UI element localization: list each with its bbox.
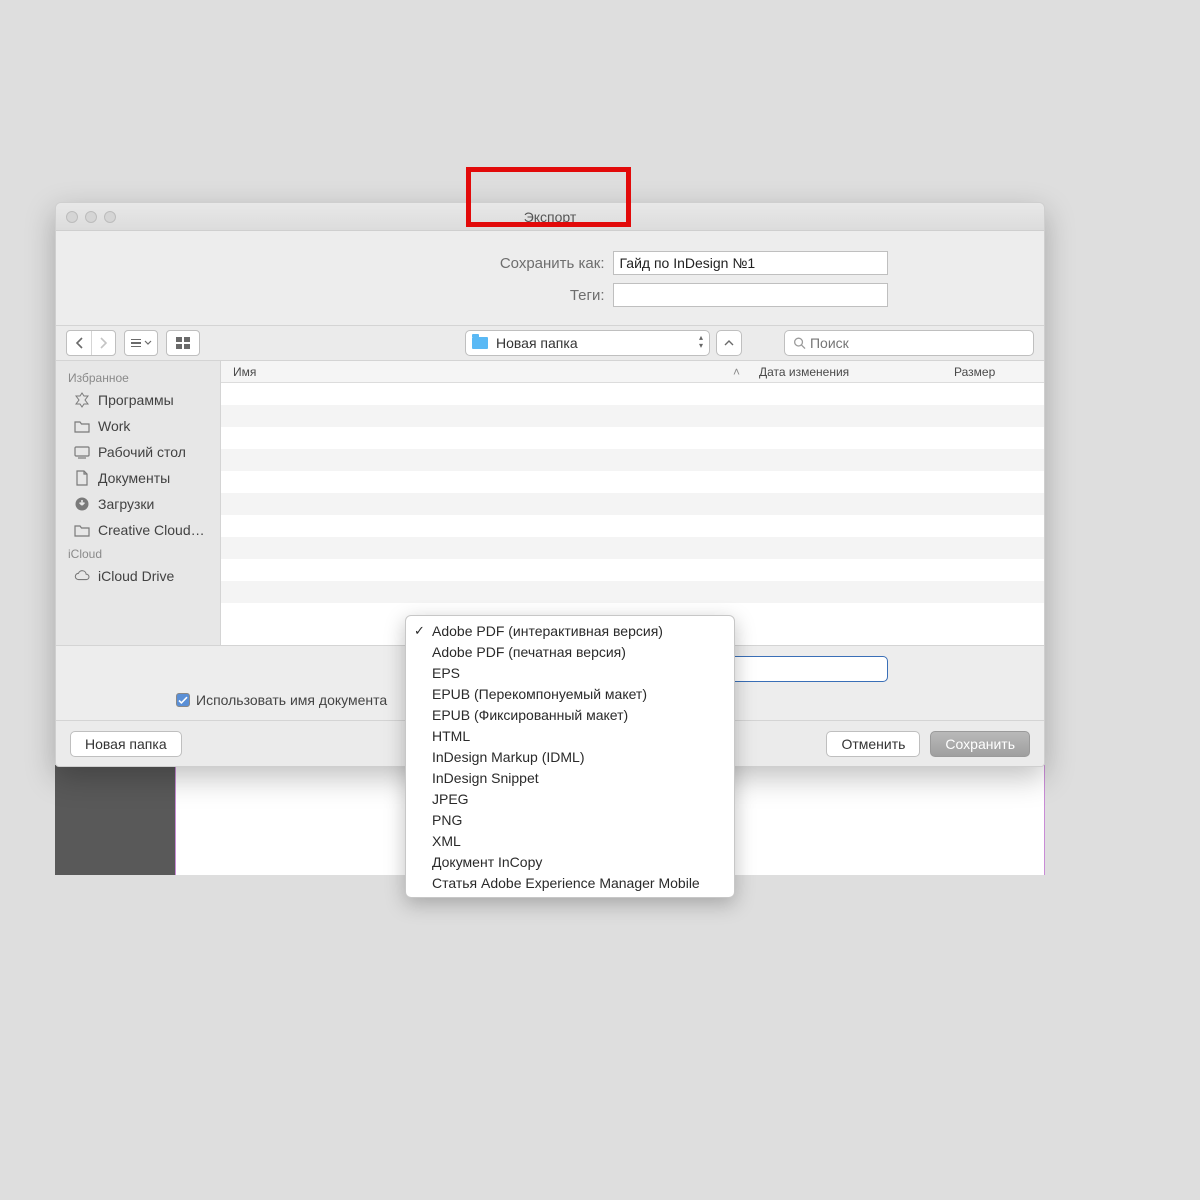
format-option[interactable]: Adobe PDF (печатная версия)	[406, 641, 734, 662]
sidebar-item-label: Creative Cloud…	[98, 522, 205, 538]
new-folder-button[interactable]: Новая папка	[70, 731, 182, 757]
window-controls	[66, 211, 116, 223]
location-popup[interactable]: Новая папка ▴▾	[465, 330, 710, 356]
format-option[interactable]: Статья Adobe Experience Manager Mobile	[406, 872, 734, 893]
view-mode-button[interactable]	[125, 331, 157, 355]
tags-label: Теги:	[213, 287, 613, 304]
maximize-icon[interactable]	[104, 211, 116, 223]
sort-indicator-icon: ˄	[733, 365, 759, 379]
sidebar: Избранное Программы Work Рабочий стол Докум…	[56, 361, 221, 645]
format-dropdown[interactable]: Adobe PDF (интерактивная версия)Adobe PD…	[405, 615, 735, 898]
sidebar-item-label: Загрузки	[98, 496, 154, 512]
back-button[interactable]	[67, 331, 91, 355]
icons-view-button[interactable]	[167, 331, 199, 355]
document-icon	[74, 470, 90, 486]
close-icon[interactable]	[66, 211, 78, 223]
column-date[interactable]: Дата изменения	[759, 365, 954, 379]
sidebar-item[interactable]: Work	[56, 413, 220, 439]
format-option[interactable]: PNG	[406, 809, 734, 830]
folder-icon	[472, 337, 488, 349]
sidebar-item[interactable]: Рабочий стол	[56, 439, 220, 465]
use-doc-name-checkbox[interactable]	[176, 693, 190, 707]
browser-toolbar: Новая папка ▴▾	[56, 325, 1044, 361]
format-option[interactable]: XML	[406, 830, 734, 851]
sidebar-icloud-head: iCloud	[56, 543, 220, 563]
sidebar-item[interactable]: Загрузки	[56, 491, 220, 517]
save-button[interactable]: Сохранить	[930, 731, 1030, 757]
format-option[interactable]: Adobe PDF (интерактивная версия)	[406, 620, 734, 641]
cancel-button[interactable]: Отменить	[826, 731, 920, 757]
search-icon	[793, 336, 806, 350]
collapse-button[interactable]	[716, 330, 742, 356]
folder-icon	[74, 522, 90, 538]
search-input[interactable]	[810, 335, 1025, 351]
use-doc-name-label: Использовать имя документа	[196, 692, 387, 708]
format-option[interactable]: EPUB (Перекомпонуемый макет)	[406, 683, 734, 704]
sidebar-item-label: Рабочий стол	[98, 444, 186, 460]
location-label: Новая папка	[496, 335, 578, 351]
sidebar-favorites-head: Избранное	[56, 367, 220, 387]
cloud-icon	[74, 568, 90, 584]
format-option[interactable]: HTML	[406, 725, 734, 746]
sidebar-item[interactable]: Программы	[56, 387, 220, 413]
format-option[interactable]: Документ InCopy	[406, 851, 734, 872]
titlebar: Экспорт	[56, 203, 1044, 231]
column-name[interactable]: Имя	[221, 365, 733, 379]
save-as-input[interactable]	[613, 251, 888, 275]
format-option[interactable]: InDesign Snippet	[406, 767, 734, 788]
updown-icon: ▴▾	[699, 334, 703, 350]
format-option[interactable]: EPS	[406, 662, 734, 683]
minimize-icon[interactable]	[85, 211, 97, 223]
folder-icon	[74, 418, 90, 434]
format-option[interactable]: EPUB (Фиксированный макет)	[406, 704, 734, 725]
file-list: Имя ˄ Дата изменения Размер	[221, 361, 1044, 645]
sidebar-item-label: Документы	[98, 470, 170, 486]
save-as-label: Сохранить как:	[213, 255, 613, 272]
sidebar-item[interactable]: iCloud Drive	[56, 563, 220, 589]
forward-button[interactable]	[91, 331, 115, 355]
search-box[interactable]	[784, 330, 1034, 356]
download-icon	[74, 496, 90, 512]
column-size[interactable]: Размер	[954, 365, 1044, 379]
dialog-title: Экспорт	[524, 209, 577, 225]
apps-icon	[74, 392, 90, 408]
sidebar-item[interactable]: Документы	[56, 465, 220, 491]
format-option[interactable]: JPEG	[406, 788, 734, 809]
desktop-icon	[74, 444, 90, 460]
format-option[interactable]: InDesign Markup (IDML)	[406, 746, 734, 767]
sidebar-item[interactable]: Creative Cloud…	[56, 517, 220, 543]
tags-input[interactable]	[613, 283, 888, 307]
sidebar-item-label: Work	[98, 418, 130, 434]
sidebar-item-label: iCloud Drive	[98, 568, 174, 584]
sidebar-item-label: Программы	[98, 392, 174, 408]
annotation-highlight	[466, 167, 631, 227]
